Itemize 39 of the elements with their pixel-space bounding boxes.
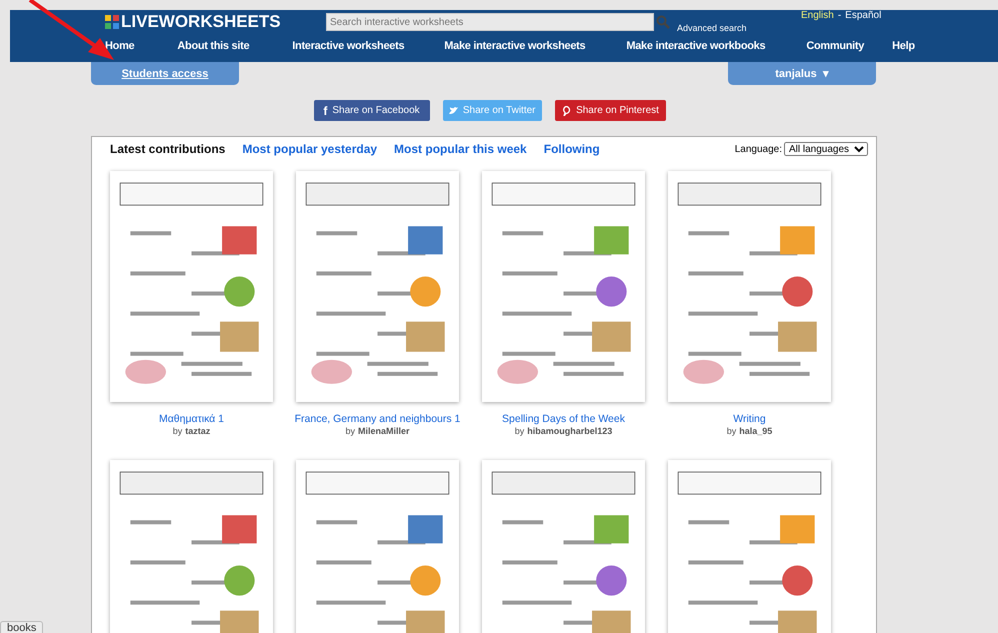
tab[interactable]: Following (544, 142, 600, 156)
nav-link[interactable]: Make interactive workbooks (626, 40, 766, 52)
nav-link[interactable]: Make interactive worksheets (444, 40, 586, 52)
author-name[interactable]: hala_95 (739, 426, 772, 436)
worksheet-title[interactable]: Μαθηματικά 1 (158, 413, 224, 425)
side-tab[interactable]: books (0, 621, 44, 633)
share-button[interactable]: f Share on Facebook (314, 100, 430, 121)
author-name[interactable]: MilenaMiller (358, 426, 410, 436)
language-link[interactable]: Español (845, 10, 882, 21)
nav-link[interactable]: Home (105, 40, 134, 52)
by-label: by (172, 426, 182, 436)
by-label: by (514, 426, 524, 436)
pin-icon (561, 106, 572, 116)
language-link[interactable]: English (801, 10, 834, 21)
site-logo[interactable]: LIVEWORKSHEETS (121, 12, 281, 32)
nav-link[interactable]: Community (806, 40, 864, 52)
separator: - (838, 10, 842, 21)
nav-link[interactable]: Interactive worksheets (292, 40, 404, 52)
worksheet-title[interactable]: France, Germany and neighbours 1 (294, 413, 460, 425)
nav-link[interactable]: About this site (177, 40, 250, 52)
author-name[interactable]: hibamougharbel123 (527, 426, 612, 436)
worksheet-title[interactable]: Writing (733, 413, 766, 425)
tab[interactable]: Most popular this week (394, 142, 527, 156)
facebook-icon: f (323, 104, 328, 118)
language-dropdown[interactable]: All languages (784, 142, 868, 156)
share-button[interactable]: Share on Pinterest (554, 100, 666, 121)
nav-link[interactable]: Help (892, 40, 915, 52)
language-label: Language: (734, 144, 782, 154)
by-label: by (726, 426, 736, 436)
author-name[interactable]: taztaz (185, 426, 210, 436)
tab[interactable]: Latest contributions (110, 142, 226, 156)
search-icon[interactable] (656, 15, 670, 29)
worksheet-title[interactable]: Spelling Days of the Week (502, 413, 625, 425)
by-label: by (345, 426, 355, 436)
search-field[interactable]: Search interactive worksheets (326, 13, 654, 31)
bird-icon (448, 106, 458, 116)
tab[interactable]: Most popular yesterday (242, 142, 378, 156)
advanced-search-link[interactable]: Advanced search (677, 23, 801, 33)
logo-icon (105, 15, 119, 29)
